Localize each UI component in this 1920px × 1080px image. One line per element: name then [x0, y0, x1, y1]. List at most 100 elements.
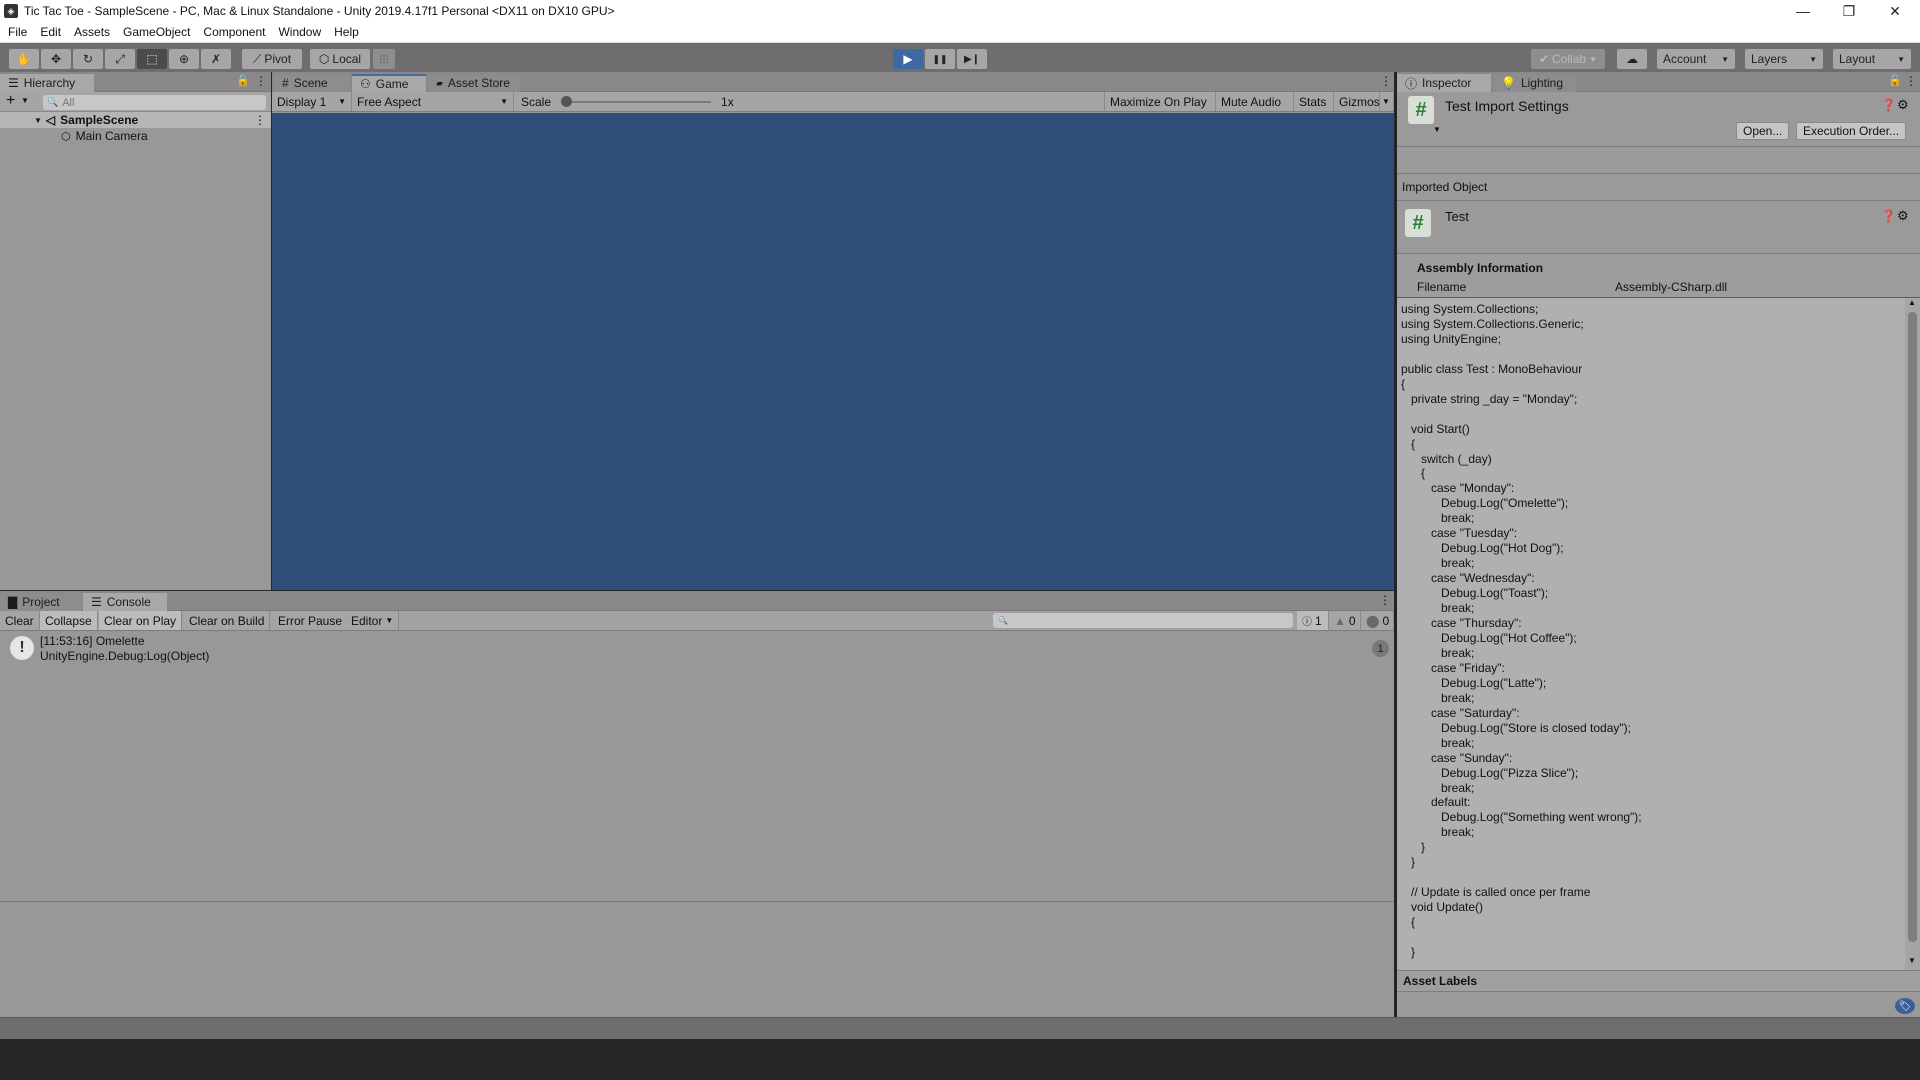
imported-object-label: Imported Object — [1402, 180, 1488, 194]
add-button[interactable]: + — [6, 92, 15, 110]
expand-arrow-icon[interactable]: ▼ — [34, 116, 42, 125]
scale-slider-handle[interactable] — [561, 95, 573, 107]
open-button[interactable]: Open... — [1736, 122, 1790, 140]
pivot-toggle[interactable]: ⟋ Pivot — [242, 49, 302, 69]
clear-on-build-toggle[interactable]: Clear on Build — [184, 611, 271, 630]
scene-menu-icon[interactable]: ⋮ — [254, 113, 266, 127]
layout-dropdown[interactable]: Layout ▼ — [1833, 49, 1911, 69]
move-tool-button[interactable]: ✥ — [41, 49, 71, 69]
menu-window[interactable]: Window — [278, 25, 321, 39]
rect-tool-button[interactable]: ⬚ — [137, 49, 167, 69]
game-viewport[interactable] — [272, 113, 1394, 590]
inspector-tab-row: ⓘ Inspector 💡 Lighting 🔓 ⋮ — [1397, 72, 1920, 92]
gizmos-toggle[interactable]: Gizmos — [1334, 92, 1380, 111]
aspect-dropdown[interactable]: Free Aspect ▼ — [352, 92, 514, 111]
gear-icon[interactable]: ⚙ — [1897, 208, 1909, 224]
tab-hierarchy[interactable]: ☰ Hierarchy — [0, 74, 94, 92]
account-dropdown[interactable]: Account ▼ — [1657, 49, 1735, 69]
chevron-down-icon: ▼ — [1382, 97, 1390, 106]
menu-gameobject[interactable]: GameObject — [123, 25, 190, 39]
local-toggle[interactable]: ⬡ Local — [310, 49, 370, 69]
pause-button[interactable]: ❚❚ — [925, 49, 955, 69]
execution-order-button[interactable]: Execution Order... — [1796, 122, 1907, 140]
hand-tool-button[interactable]: ✋ — [9, 49, 39, 69]
scrollbar-thumb[interactable] — [1908, 312, 1917, 942]
scroll-up-icon[interactable]: ▲ — [1908, 298, 1916, 307]
mute-audio-toggle[interactable]: Mute Audio — [1216, 92, 1294, 111]
console-log-entry[interactable]: ! [11:53:16] Omelette UnityEngine.Debug:… — [0, 631, 1394, 665]
snap-button[interactable]: ⊞ — [373, 49, 395, 69]
editor-dropdown[interactable]: Editor ▼ — [346, 611, 400, 630]
maximize-button[interactable]: ❐ — [1826, 0, 1872, 22]
scale-tool-button[interactable]: ⤢ — [105, 49, 135, 69]
custom-tool-button[interactable]: ✗ — [201, 49, 231, 69]
chevron-down-icon[interactable]: ▼ — [1433, 125, 1441, 134]
menu-assets[interactable]: Assets — [74, 25, 110, 39]
clear-on-build-label: Clear on Build — [189, 613, 265, 628]
display-dropdown[interactable]: Display 1 ▼ — [272, 92, 352, 111]
gear-icon[interactable]: ⚙ — [1897, 97, 1909, 113]
inspector-spacer — [1397, 147, 1920, 174]
collab-button[interactable]: ✔ Collab ▼ — [1531, 49, 1605, 69]
warning-count-toggle[interactable]: ▲ 0 — [1329, 611, 1361, 630]
hierarchy-search-input[interactable]: 🔍 All — [43, 95, 266, 110]
error-icon: ⬤ — [1366, 613, 1380, 628]
store-bag-icon: ▰ — [436, 77, 443, 88]
tab-asset-store[interactable]: ▰ Asset Store — [428, 74, 520, 92]
cloud-button[interactable]: ☁ — [1617, 49, 1647, 69]
assembly-info-label: Assembly Information — [1417, 261, 1544, 275]
tab-console[interactable]: ☰ Console — [83, 593, 167, 611]
close-button[interactable]: ✕ — [1872, 0, 1918, 22]
tab-scene[interactable]: # Scene — [274, 74, 350, 92]
collapse-toggle[interactable]: Collapse — [40, 611, 98, 630]
lock-icon[interactable]: 🔓 — [236, 74, 250, 87]
minimize-button[interactable]: — — [1780, 0, 1826, 22]
tab-game[interactable]: ⚇ Game — [352, 74, 426, 92]
menu-edit[interactable]: Edit — [40, 25, 61, 39]
scroll-down-icon[interactable]: ▼ — [1908, 956, 1916, 965]
error-pause-label: Error Pause — [278, 613, 343, 628]
pause-icon: ❚❚ — [932, 53, 948, 64]
play-button[interactable]: ▶ — [893, 49, 923, 69]
console-search-input[interactable]: 🔍 — [993, 613, 1293, 628]
more-menu-icon[interactable]: ⋮ — [1905, 74, 1917, 88]
scene-row[interactable]: ▼ ◁ SampleScene ⋮ — [0, 112, 271, 128]
console-tab-row: ▇ Project ☰ Console ⋮ — [0, 591, 1394, 611]
rotate-tool-button[interactable]: ↻ — [73, 49, 103, 69]
tab-inspector[interactable]: ⓘ Inspector — [1397, 74, 1491, 92]
vertical-scrollbar[interactable]: ▲ ▼ — [1905, 298, 1920, 970]
gizmos-dropdown[interactable]: ▼ — [1380, 92, 1394, 111]
info-icon: ⓘ — [1302, 617, 1312, 628]
menu-help[interactable]: Help — [334, 25, 359, 39]
log-count-toggle[interactable]: ⓘ 1 — [1297, 611, 1329, 630]
maximize-on-play-toggle[interactable]: Maximize On Play — [1104, 92, 1216, 111]
help-icon[interactable]: ❓ — [1881, 209, 1896, 223]
grid-icon: # — [282, 76, 289, 90]
tab-lighting[interactable]: 💡 Lighting — [1493, 74, 1577, 92]
hierarchy-item[interactable]: ⬡ Main Camera — [0, 128, 271, 144]
clear-on-play-toggle[interactable]: Clear on Play — [99, 611, 183, 630]
more-menu-icon[interactable]: ⋮ — [1380, 74, 1392, 88]
menu-file[interactable]: File — [8, 25, 27, 39]
help-icon[interactable]: ❓ — [1881, 98, 1896, 112]
scale-slider[interactable] — [561, 95, 712, 107]
stats-toggle[interactable]: Stats — [1294, 92, 1334, 111]
layers-dropdown[interactable]: Layers ▼ — [1745, 49, 1823, 69]
error-count-toggle[interactable]: ⬤ 0 — [1361, 611, 1394, 630]
layers-label: Layers — [1751, 52, 1788, 66]
tag-icon[interactable]: 🏷 — [1895, 998, 1915, 1014]
clear-on-play-label: Clear on Play — [104, 613, 177, 628]
more-menu-icon[interactable]: ⋮ — [255, 74, 267, 88]
chevron-down-icon[interactable]: ▼ — [21, 96, 29, 105]
scene-name: SampleScene — [60, 113, 139, 127]
menu-component[interactable]: Component — [203, 25, 265, 39]
error-pause-toggle[interactable]: Error Pause — [273, 611, 349, 630]
step-button[interactable]: ▶❙ — [957, 49, 987, 69]
unity-scene-icon: ◁ — [45, 113, 56, 127]
transform-tool-button[interactable]: ⊕ — [169, 49, 199, 69]
lock-icon[interactable]: 🔓 — [1888, 74, 1902, 87]
clear-button[interactable]: Clear — [0, 611, 40, 630]
chevron-down-icon: ▼ — [1721, 54, 1729, 64]
more-menu-icon[interactable]: ⋮ — [1379, 593, 1391, 607]
tab-project[interactable]: ▇ Project — [0, 593, 82, 611]
